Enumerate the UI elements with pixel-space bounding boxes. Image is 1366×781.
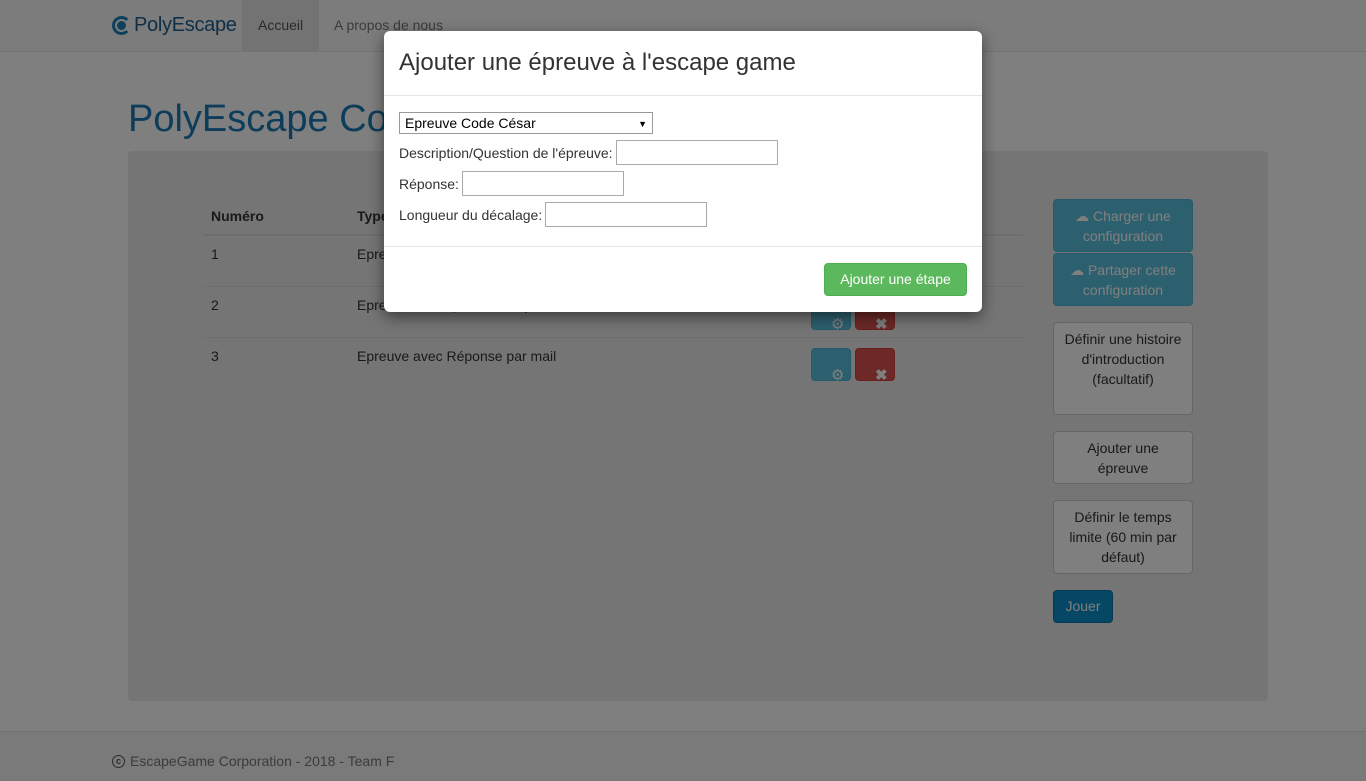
answer-label: Réponse: [399, 175, 459, 192]
add-step-submit-button[interactable]: Ajouter une étape [824, 263, 967, 296]
modal-header: Ajouter une épreuve à l'escape game [384, 31, 982, 96]
step-type-select[interactable]: Epreuve Code César ▼ [399, 112, 653, 134]
dropdown-arrow-icon: ▼ [638, 119, 647, 129]
description-input[interactable] [615, 140, 778, 165]
shift-row: Longueur du décalage: [399, 202, 708, 227]
description-label: Description/Question de l'épreuve: [399, 144, 613, 161]
description-row: Description/Question de l'épreuve: [399, 140, 778, 165]
modal-title: Ajouter une épreuve à l'escape game [399, 49, 796, 76]
add-step-modal: Ajouter une épreuve à l'escape game Epre… [384, 31, 982, 312]
shift-label: Longueur du décalage: [399, 206, 543, 223]
answer-input[interactable] [461, 171, 624, 196]
step-type-selected-value: Epreuve Code César [405, 115, 536, 131]
answer-row: Réponse: [399, 171, 624, 196]
shift-length-input[interactable] [545, 202, 708, 227]
modal-body: Epreuve Code César ▼ Description/Questio… [384, 96, 982, 247]
